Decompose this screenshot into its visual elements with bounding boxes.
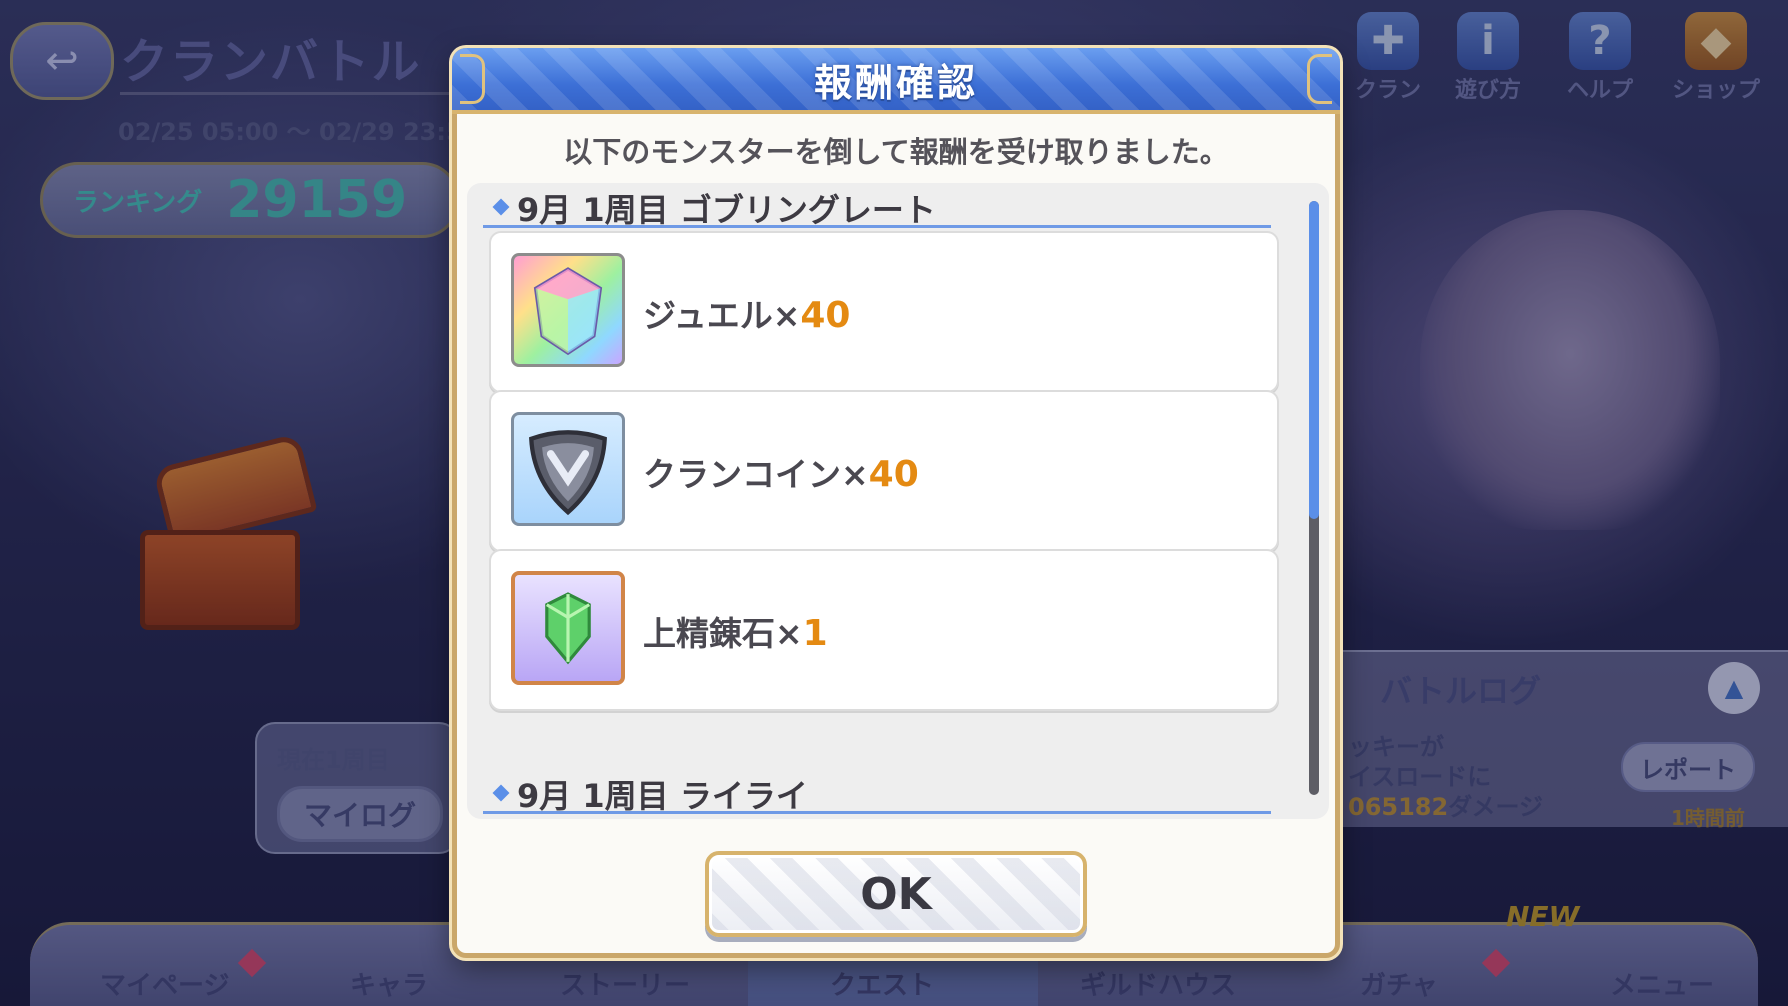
- reward-name: クランコイン: [643, 455, 841, 494]
- coin-shape: [529, 430, 607, 516]
- section-header: 9月 1周目 ライライ: [483, 769, 1271, 815]
- reward-list[interactable]: 9月 1周目 ゴブリングレート ジュエル×40 クランコイン×40 上精錬石×1…: [467, 183, 1329, 819]
- ornament-icon: [1307, 54, 1332, 104]
- ok-button-label: OK: [860, 868, 932, 920]
- reward-quantity: 1: [802, 613, 828, 654]
- clan-coin-icon: [511, 412, 625, 526]
- ok-button[interactable]: OK: [705, 851, 1087, 937]
- reward-item: 上精錬石×1: [489, 549, 1279, 711]
- scrollbar-thumb[interactable]: [1309, 201, 1319, 519]
- section-header: 9月 1周目 ゴブリングレート: [483, 183, 1271, 229]
- reward-times: ×: [775, 614, 803, 653]
- reward-list-scrollbar[interactable]: [1309, 201, 1319, 795]
- reward-confirm-dialog: 報酬確認 以下のモンスターを倒して報酬を受け取りました。 9月 1周目 ゴブリン…: [452, 48, 1340, 958]
- jewel-icon: [511, 253, 625, 367]
- reward-times: ×: [841, 455, 869, 494]
- dialog-header: 報酬確認: [452, 48, 1340, 114]
- reward-name: ジュエル: [643, 296, 773, 335]
- dialog-title: 報酬確認: [813, 60, 978, 105]
- stone-shape: [545, 592, 591, 665]
- reward-name: 上精錬石: [643, 614, 775, 653]
- diamond-bullet-icon: [492, 784, 510, 802]
- reward-item: ジュエル×40: [489, 231, 1279, 393]
- diamond-bullet-icon: [492, 198, 510, 216]
- section-title: 9月 1周目 ゴブリングレート: [517, 191, 936, 229]
- ornament-icon: [460, 54, 485, 104]
- reward-quantity: 40: [868, 454, 919, 495]
- reward-label: 上精錬石×1: [643, 607, 828, 655]
- dialog-message: 以下のモンスターを倒して報酬を受け取りました。: [563, 135, 1229, 169]
- reward-label: ジュエル×40: [643, 289, 850, 337]
- reward-times: ×: [772, 296, 801, 335]
- reward-item: クランコイン×40: [489, 390, 1279, 552]
- section-title: 9月 1周目 ライライ: [517, 777, 808, 815]
- reward-quantity: 40: [800, 295, 851, 336]
- reward-label: クランコイン×40: [643, 448, 919, 496]
- jewel-shape: [533, 267, 603, 356]
- refine-stone-icon: [511, 571, 625, 685]
